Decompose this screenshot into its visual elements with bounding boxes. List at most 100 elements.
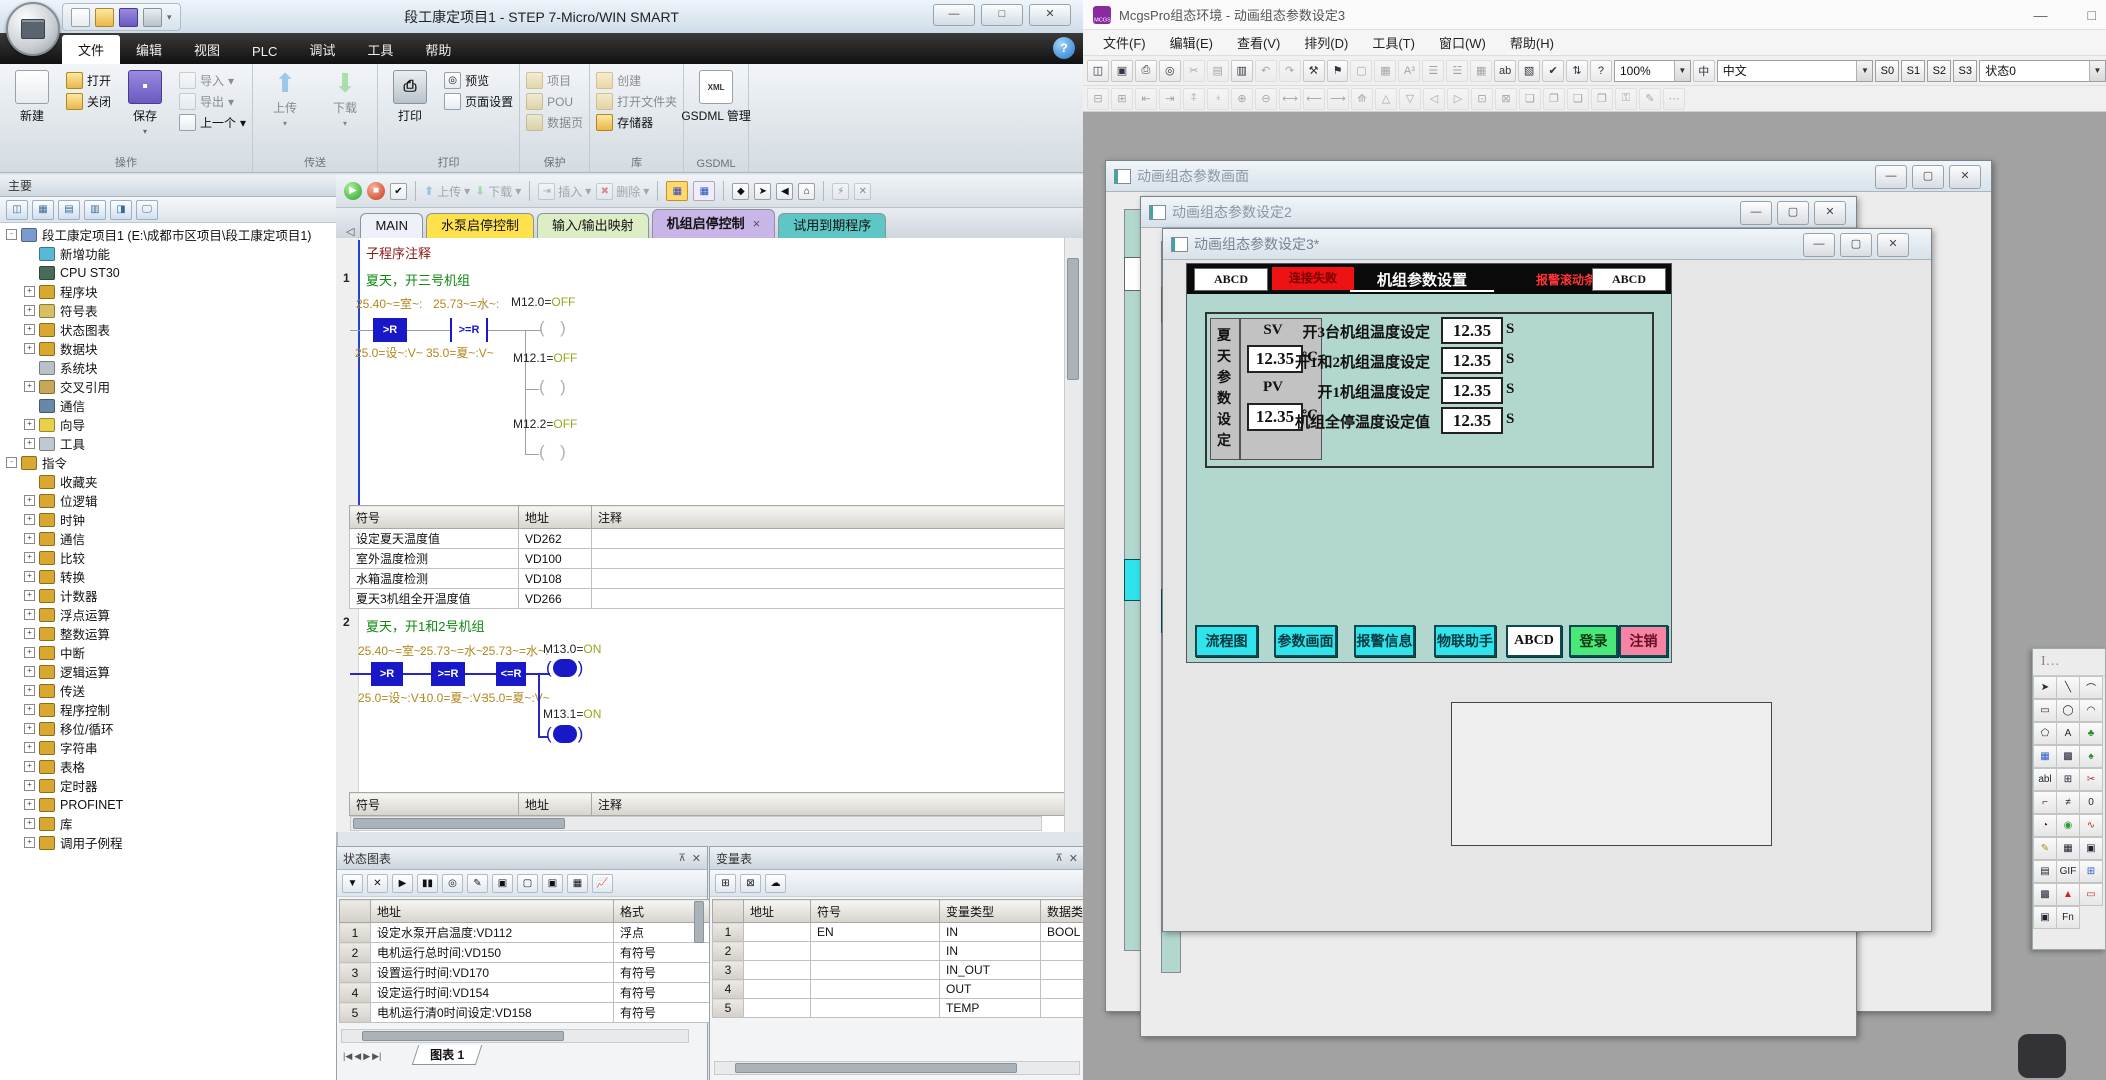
tree-expander[interactable]: + xyxy=(24,343,35,354)
open-button[interactable]: 打开 xyxy=(66,72,111,89)
preview-button[interactable]: ◎预览 xyxy=(444,72,513,89)
tree-expander[interactable]: + xyxy=(24,818,35,829)
memory-button[interactable]: 存储器 xyxy=(596,114,677,131)
menu-item-调试[interactable]: 调试 xyxy=(293,35,351,64)
tool-icon-31[interactable]: Fn xyxy=(2056,906,2080,929)
tool-icon-11[interactable]: ♠ xyxy=(2079,745,2103,768)
zoom-combo[interactable]: 100%▼ xyxy=(1614,60,1691,82)
status-chart-hscrollbar[interactable] xyxy=(341,1029,689,1043)
table-row[interactable]: 3设置运行时间:VD170有符号 xyxy=(340,963,723,983)
align-toolbar-icon-8[interactable]: ⟷ xyxy=(1279,88,1301,110)
tree-item[interactable]: +移位/循环 xyxy=(0,719,336,738)
align-toolbar-icon-10[interactable]: ⟶ xyxy=(1327,88,1349,110)
tree-expander[interactable]: + xyxy=(24,514,35,525)
param-value[interactable]: 12.35 xyxy=(1441,407,1503,434)
tree-expander[interactable]: + xyxy=(24,552,35,563)
editor-tab-输入/输出映射[interactable]: 输入/输出映射 xyxy=(537,213,649,238)
tree-item[interactable]: +交叉引用 xyxy=(0,377,336,396)
tree-expander[interactable]: + xyxy=(24,286,35,297)
tool-icon-10[interactable]: ▩ xyxy=(2056,745,2080,768)
menu-item-查看(V)[interactable]: 查看(V) xyxy=(1225,33,1292,52)
ladder-editor[interactable]: 子程序注释 1 夏天，开三号机组 25.40~=室~: 25.73~=水~: M… xyxy=(336,238,1064,832)
close-button[interactable]: ✕ xyxy=(1029,4,1071,26)
tree-item[interactable]: +中断 xyxy=(0,643,336,662)
table-row[interactable]: 4设定运行时间:VD154有符号 xyxy=(340,983,723,1003)
tool-icon-27[interactable]: ▩ xyxy=(2033,883,2057,906)
tree-expander[interactable]: + xyxy=(24,590,35,601)
tool-icon-1[interactable]: ╲ xyxy=(2056,676,2080,699)
tree-item[interactable]: +向导 xyxy=(0,415,336,434)
coil-M12_2[interactable]: ( ) xyxy=(539,442,568,462)
tree-item[interactable]: +程序块 xyxy=(0,282,336,301)
maximize-button[interactable]: □ xyxy=(2088,7,2096,23)
menu-item-编辑[interactable]: 编辑 xyxy=(120,35,178,64)
network-view2-icon[interactable]: ▦ xyxy=(693,181,715,201)
align-toolbar-icon-16[interactable]: ⊡ xyxy=(1471,88,1493,110)
align-toolbar-icon-21[interactable]: ❒ xyxy=(1591,88,1613,110)
tool-icon-5[interactable]: ◠ xyxy=(2079,699,2103,722)
status-toolbar-icon-1[interactable]: ✕ xyxy=(367,874,388,893)
contact-gtR[interactable]: >R xyxy=(371,662,403,686)
project-protect-button[interactable]: 项目 xyxy=(526,72,583,89)
tree-item[interactable]: +浮点运算 xyxy=(0,605,336,624)
bookmark-icon[interactable]: ◆ xyxy=(732,183,749,200)
coil-M12_0[interactable]: ( ) xyxy=(539,318,568,338)
align-toolbar-icon-13[interactable]: ▽ xyxy=(1399,88,1421,110)
state-button-S2[interactable]: S2 xyxy=(1927,60,1951,82)
align-toolbar-icon-24[interactable]: ⋯ xyxy=(1663,88,1685,110)
editor-tab-水泵启停控制[interactable]: 水泵启停控制 xyxy=(426,213,534,238)
tree-toolbar-icon-5[interactable]: 🖵 xyxy=(136,200,158,220)
compile-icon[interactable]: ✔ xyxy=(390,183,407,200)
mdi-close-button[interactable]: ✕ xyxy=(1814,201,1846,225)
app-orb-button[interactable] xyxy=(6,2,60,56)
mcgs-toolbar-icon-14[interactable]: ☰ xyxy=(1422,60,1444,82)
align-toolbar-icon-3[interactable]: ⇥ xyxy=(1159,88,1181,110)
delete-button[interactable]: ✖删除 ▾ xyxy=(596,183,649,200)
language-combo[interactable]: 中文▼ xyxy=(1717,60,1874,82)
status-toolbar-icon-8[interactable]: ▣ xyxy=(542,874,563,893)
tree-expander[interactable]: + xyxy=(24,324,35,335)
close-icon[interactable]: ✕ xyxy=(1069,852,1078,865)
align-toolbar-icon-4[interactable]: ⍏ xyxy=(1183,88,1205,110)
align-toolbar-icon-12[interactable]: △ xyxy=(1375,88,1397,110)
tree-expander[interactable]: - xyxy=(6,457,17,468)
download-button[interactable]: ⬇下载▾ xyxy=(319,68,371,128)
program-comment[interactable]: 子程序注释 xyxy=(366,243,431,262)
tree-item[interactable]: -指令 xyxy=(0,453,336,472)
menu-item-工具[interactable]: 工具 xyxy=(351,35,409,64)
mcgs-toolbar-icon-11[interactable]: ▢ xyxy=(1350,60,1372,82)
param-value[interactable]: 12.35 xyxy=(1441,377,1503,404)
hmi-button-ABCD[interactable]: ABCD xyxy=(1506,625,1562,657)
vartable-toolbar-icon-0[interactable]: ⊞ xyxy=(715,874,736,893)
table-row[interactable]: 2电机运行总时间:VD150有符号 xyxy=(340,943,723,963)
tree-expander[interactable]: + xyxy=(24,780,35,791)
tree-item[interactable]: +计数器 xyxy=(0,586,336,605)
menu-item-帮助(H)[interactable]: 帮助(H) xyxy=(1498,33,1566,52)
align-toolbar-icon-23[interactable]: ✎ xyxy=(1639,88,1661,110)
menu-item-窗口(W)[interactable]: 窗口(W) xyxy=(1427,33,1498,52)
menu-item-排列(D)[interactable]: 排列(D) xyxy=(1292,33,1360,52)
coil-M12_1[interactable]: ( ) xyxy=(539,377,568,397)
next-bookmark-icon[interactable]: ➤ xyxy=(754,183,771,200)
status-toolbar-icon-9[interactable]: ▦ xyxy=(567,874,588,893)
tree-item[interactable]: +调用子例程 xyxy=(0,833,336,852)
mcgs-toolbar-icon-13[interactable]: A³ xyxy=(1398,60,1420,82)
tree-item[interactable]: +比较 xyxy=(0,548,336,567)
coil-M13_1[interactable]: () xyxy=(546,724,583,744)
status-chart-vscrollbar[interactable] xyxy=(694,901,704,943)
tab-scroll-left-icon[interactable]: ◁ xyxy=(346,225,354,238)
align-toolbar-icon-17[interactable]: ⊠ xyxy=(1495,88,1517,110)
tree-item[interactable]: +程序控制 xyxy=(0,700,336,719)
force-icon[interactable]: ⚡ xyxy=(832,183,849,200)
tool-icon-8[interactable]: ♣ xyxy=(2079,722,2103,745)
tree-expander[interactable]: - xyxy=(6,229,17,240)
tool-icon-30[interactable]: ▣ xyxy=(2033,906,2057,929)
tree-item[interactable]: +系统块 xyxy=(0,358,336,377)
tool-icon-13[interactable]: ⊞ xyxy=(2056,768,2080,791)
align-toolbar-icon-6[interactable]: ⊕ xyxy=(1231,88,1253,110)
coil-M13_0[interactable]: () xyxy=(546,658,583,678)
table-row[interactable]: 1设定水泵开启温度:VD112浮点 xyxy=(340,923,723,943)
combo-arrow-icon[interactable]: ▼ xyxy=(1856,61,1872,81)
tree-expander[interactable]: + xyxy=(24,704,35,715)
tree-item[interactable]: +库 xyxy=(0,814,336,833)
